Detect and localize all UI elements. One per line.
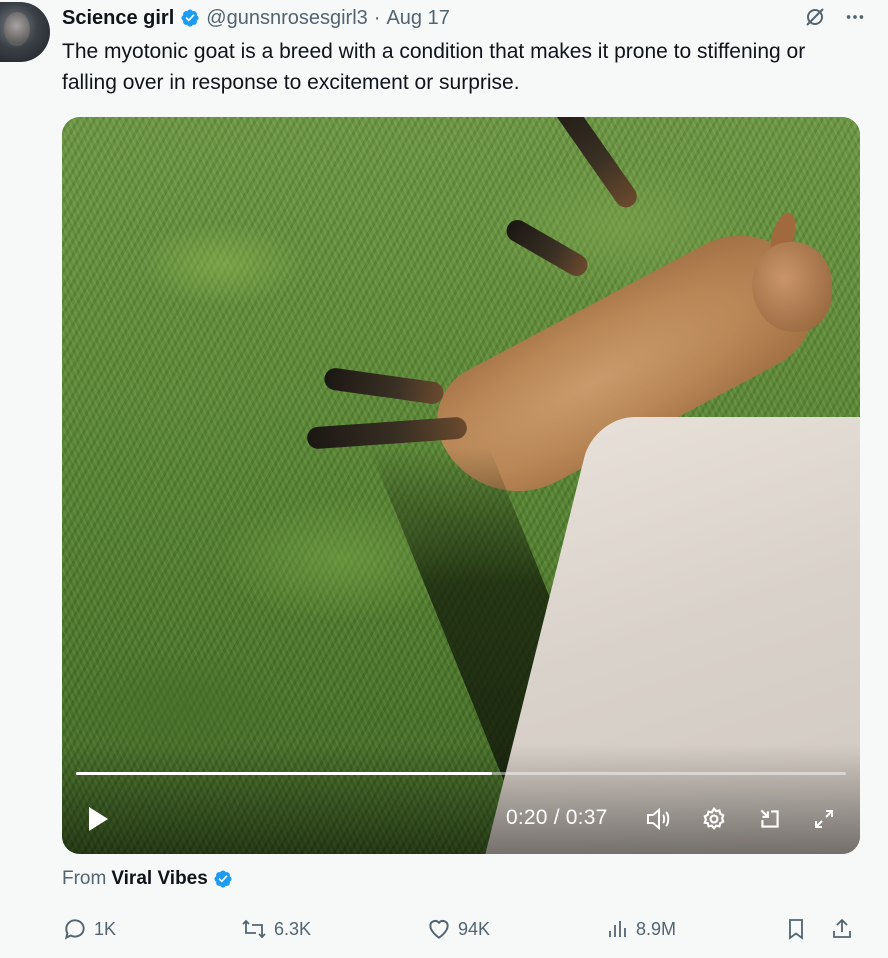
share-icon xyxy=(833,918,851,938)
settings-icon[interactable] xyxy=(700,805,728,833)
grok-slash-icon[interactable] xyxy=(802,4,828,30)
verified-badge-icon xyxy=(181,9,199,27)
video-progress-bar[interactable] xyxy=(76,772,846,775)
reply-button[interactable]: 1K xyxy=(62,912,116,946)
video-controls: 0:20 / 0:37 xyxy=(62,797,860,841)
like-count: 94K xyxy=(458,918,491,939)
volume-icon[interactable] xyxy=(645,805,673,833)
pip-icon[interactable] xyxy=(756,805,784,833)
play-icon[interactable] xyxy=(84,805,112,833)
heart-icon xyxy=(429,919,449,939)
video-player[interactable]: 0:20 / 0:37 xyxy=(62,117,860,854)
author-name[interactable]: Science girl xyxy=(62,7,174,30)
verified-badge-icon xyxy=(214,870,232,888)
views-count: 8.9M xyxy=(636,918,677,939)
reply-count: 1K xyxy=(94,918,117,939)
media-source: From Viral Vibes xyxy=(62,868,239,890)
tweet-header: Science girl @gunsnrosesgirl3 · Aug 17 xyxy=(62,4,868,32)
fullscreen-icon[interactable] xyxy=(810,805,838,833)
share-button[interactable] xyxy=(830,912,860,946)
views-button[interactable]: 8.9M xyxy=(606,912,676,946)
tweet-text: The myotonic goat is a breed with a cond… xyxy=(62,40,806,94)
bookmark-icon xyxy=(789,919,803,940)
views-icon xyxy=(609,921,626,937)
like-button[interactable]: 94K xyxy=(426,912,490,946)
bookmark-button[interactable] xyxy=(784,912,814,946)
author-handle[interactable]: @gunsnrosesgirl3 xyxy=(206,7,368,30)
tweet-date[interactable]: Aug 17 xyxy=(386,7,449,30)
repost-count: 6.3K xyxy=(274,918,312,939)
more-icon[interactable] xyxy=(842,4,868,30)
goat-head xyxy=(752,242,832,332)
source-prefix: From xyxy=(62,868,107,889)
repost-button[interactable]: 6.3K xyxy=(240,912,311,946)
source-name[interactable]: Viral Vibes xyxy=(111,868,207,890)
avatar[interactable] xyxy=(0,2,50,62)
tweet-actions: 1K 6.3K 94K 8.9M xyxy=(62,912,868,946)
reply-icon xyxy=(64,919,85,940)
video-time: 0:20 / 0:37 xyxy=(506,806,608,829)
repost-icon xyxy=(242,919,266,939)
video-progress-fill xyxy=(76,772,492,775)
separator-dot: · xyxy=(373,6,381,29)
